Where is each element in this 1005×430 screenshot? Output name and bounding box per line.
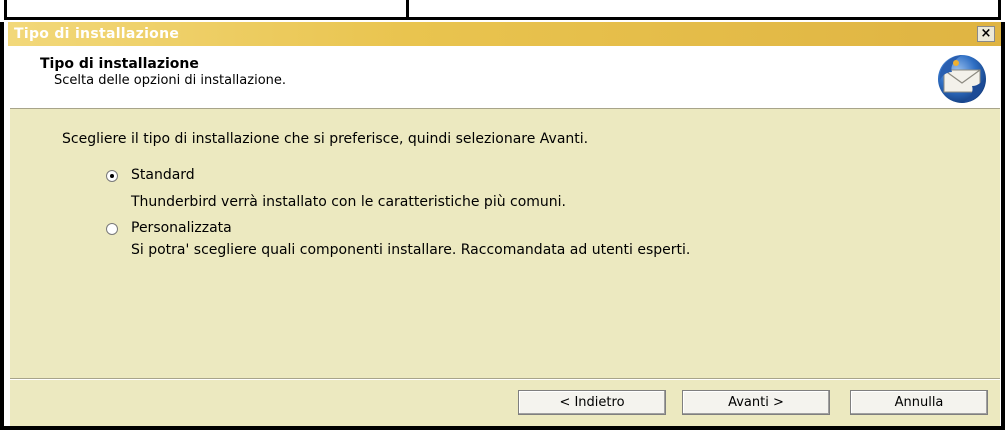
close-button[interactable]: × <box>977 26 995 42</box>
top-strip <box>0 0 1005 22</box>
title-bar: Tipo di installazione × <box>8 22 1001 46</box>
thunderbird-logo-icon <box>938 55 986 103</box>
cancel-button[interactable]: Annulla <box>850 390 988 415</box>
background-window-right <box>406 0 1001 20</box>
window-title: Tipo di installazione <box>14 26 180 42</box>
standard-label[interactable]: Standard <box>131 167 195 183</box>
personalizzata-description: Si potra' scegliere quali componenti ins… <box>131 242 691 258</box>
wizard-footer: < Indietro Avanti > Annulla <box>10 380 1000 426</box>
wizard-header: Tipo di installazione Scelta delle opzio… <box>10 46 1000 109</box>
personalizzata-label[interactable]: Personalizzata <box>131 220 232 236</box>
close-icon: × <box>980 26 992 41</box>
wizard-body: Scegliere il tipo di installazione che s… <box>10 109 1000 378</box>
background-window-left <box>4 0 409 20</box>
next-button[interactable]: Avanti > <box>682 390 830 415</box>
header-title: Tipo di installazione <box>40 56 199 72</box>
personalizzata-radio[interactable] <box>106 223 118 235</box>
instruction-text: Scegliere il tipo di installazione che s… <box>62 131 589 147</box>
standard-description: Thunderbird verrà installato con le cara… <box>131 194 567 210</box>
standard-radio[interactable] <box>106 170 118 182</box>
back-button[interactable]: < Indietro <box>518 390 666 415</box>
header-subtitle: Scelta delle opzioni di installazione. <box>54 73 287 88</box>
